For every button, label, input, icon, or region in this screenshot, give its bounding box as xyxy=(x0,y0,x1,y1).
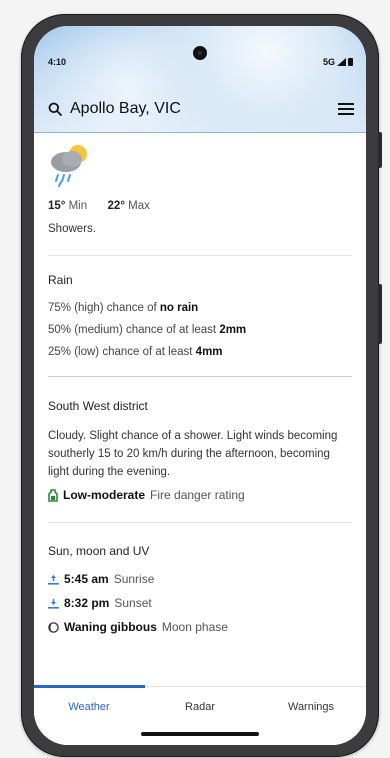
tab-radar[interactable]: Radar xyxy=(145,701,255,713)
screen: 4:10 5G Apollo Bay, VIC 15° Min 22° Max … xyxy=(34,26,366,745)
max-temp-label: Max xyxy=(128,200,150,212)
rain-line-value: 4mm xyxy=(195,346,223,358)
rain-line: 50% (medium) chance of at least 2mm xyxy=(48,324,352,336)
sunrise-row: 5:45 am Sunrise xyxy=(48,572,352,586)
volume-up-button xyxy=(378,132,382,168)
district-forecast-text: Cloudy. Slight chance of a shower. Light… xyxy=(48,430,338,478)
signal-icon xyxy=(337,58,346,66)
showers-icon xyxy=(48,143,352,192)
power-button xyxy=(378,284,382,344)
sunrise-icon xyxy=(48,574,59,585)
fire-danger-label: Fire danger rating xyxy=(150,488,245,502)
active-tab-indicator xyxy=(34,685,145,688)
forecast-summary-text: Showers. xyxy=(48,223,96,235)
location-name[interactable]: Apollo Bay, VIC xyxy=(70,100,181,118)
sunset-time: 8:32 pm xyxy=(64,596,110,610)
sunrise-label: Sunrise xyxy=(113,572,155,586)
front-camera xyxy=(193,46,207,60)
min-temp-value: 15° xyxy=(48,200,66,212)
sunset-row: 8:32 pm Sunset xyxy=(48,596,352,610)
search-icon[interactable] xyxy=(48,102,62,116)
moon-phase-icon xyxy=(48,621,59,633)
max-temp-value: 22° xyxy=(107,200,125,212)
location-search[interactable]: Apollo Bay, VIC xyxy=(48,100,181,118)
home-indicator[interactable] xyxy=(141,732,259,736)
rain-line: 75% (high) chance of no rain xyxy=(48,302,352,314)
rain-line-value: 2mm xyxy=(219,324,247,336)
menu-icon[interactable] xyxy=(338,102,354,120)
sunrise-time: 5:45 am xyxy=(64,572,109,586)
rain-line-value: no rain xyxy=(159,302,199,314)
fire-danger-rating: Low-moderate Fire danger rating xyxy=(48,488,352,502)
rain-line-prefix: 25% (low) chance of at least xyxy=(48,346,196,358)
sunset-icon xyxy=(48,598,59,609)
district-title: South West district xyxy=(48,399,148,413)
fire-danger-icon xyxy=(48,488,58,502)
forecast-content[interactable]: 15° Min 22° Max Showers. Rain 75% (high)… xyxy=(34,133,366,679)
moon-phase-value: Waning gibbous xyxy=(64,620,157,634)
astro-section: Sun, moon and UV 5:45 am Sunrise 8:32 pm… xyxy=(34,523,366,634)
rain-line-prefix: 50% (medium) chance of at least xyxy=(48,324,220,336)
moon-phase-row: Waning gibbous Moon phase xyxy=(48,620,352,634)
district-section: South West district Cloudy. Slight chanc… xyxy=(34,377,366,502)
tab-warnings[interactable]: Warnings xyxy=(256,701,366,713)
sunset-label: Sunset xyxy=(114,596,152,610)
moon-phase-label: Moon phase xyxy=(161,620,228,634)
rain-line: 25% (low) chance of at least 4mm xyxy=(48,346,352,358)
fire-danger-value: Low-moderate xyxy=(63,488,146,502)
status-time: 4:10 xyxy=(48,57,67,67)
bottom-tab-bar: Weather Radar Warnings xyxy=(34,685,366,745)
min-temp-label: Min xyxy=(68,200,88,212)
status-network: 5G xyxy=(323,57,353,67)
network-label: 5G xyxy=(322,57,335,67)
forecast-summary: 15° Min 22° Max Showers. xyxy=(34,133,366,235)
phone-frame: 4:10 5G Apollo Bay, VIC 15° Min 22° Max … xyxy=(21,14,382,757)
rain-title: Rain xyxy=(48,273,73,287)
rain-section: Rain 75% (high) chance of no rain 50% (m… xyxy=(34,256,366,358)
astro-title: Sun, moon and UV xyxy=(48,544,150,558)
app-header: 4:10 5G Apollo Bay, VIC xyxy=(34,26,366,133)
tab-weather[interactable]: Weather xyxy=(34,701,144,713)
battery-icon xyxy=(348,58,353,66)
rain-line-prefix: 75% (high) chance of xyxy=(48,302,160,314)
temperature-range: 15° Min 22° Max xyxy=(48,200,352,212)
